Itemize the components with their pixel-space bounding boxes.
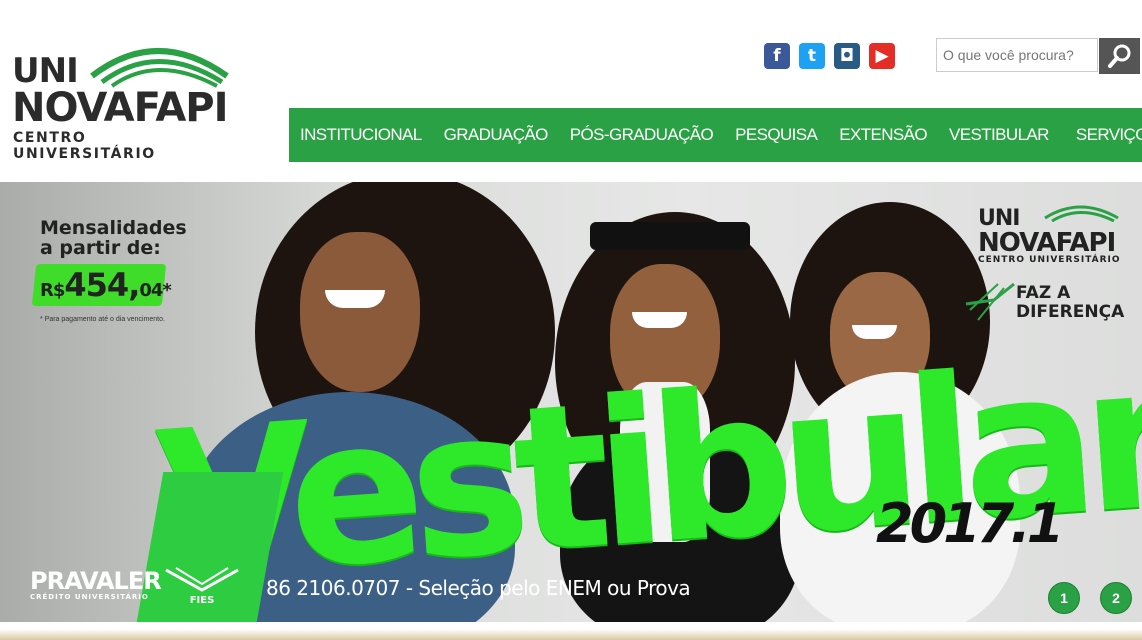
slogan-check-icon xyxy=(965,282,1015,321)
fies-icon xyxy=(165,567,239,592)
nav-item-vestibular[interactable]: VESTIBULAR xyxy=(938,125,1065,145)
search-box xyxy=(936,38,1140,74)
logo-tagline: CENTRO UNIVERSITÁRIO xyxy=(13,130,156,162)
price-cents: 04 xyxy=(139,280,163,301)
main-nav: INSTITUCIONAL GRADUAÇÃO PÓS-GRADUAÇÃO PE… xyxy=(289,108,1142,162)
pravaler-name: PRAVALER xyxy=(30,567,162,595)
promo-line2: a partir de: xyxy=(40,237,161,259)
banner-logo-swoosh-icon xyxy=(1044,205,1119,222)
price-currency: R$ xyxy=(40,280,65,301)
pravaler-subtitle: CRÉDITO UNIVERSITÁRIO xyxy=(30,593,149,601)
price-main: 454, xyxy=(64,266,140,304)
price-note: * Para pagamento até o dia vencimento. xyxy=(40,316,165,323)
fies-logo: FIES xyxy=(164,566,240,606)
search-icon xyxy=(1107,44,1130,68)
pravaler-logo: PRAVALER CRÉDITO UNIVERSITÁRIO xyxy=(30,567,162,601)
banner-logo: UNI NOVAFAPI CENTRO UNIVERSITÁRIO xyxy=(978,200,1128,265)
twitter-icon[interactable]: t xyxy=(799,43,825,69)
logo-line2: NOVAFAPI xyxy=(12,85,228,131)
banner-contact: 86 2106.0707 - Seleção pelo ENEM ou Prov… xyxy=(266,576,691,600)
social-links: f t ◘ ▶ xyxy=(764,43,895,69)
instagram-icon[interactable]: ◘ xyxy=(834,43,860,69)
hero-banner[interactable]: Mensalidades a partir de: R$454,04* * Pa… xyxy=(0,182,1142,622)
price-mark: * xyxy=(162,280,171,301)
nav-item-extensao[interactable]: EXTENSÃO xyxy=(828,125,938,145)
banner-year: 2017.1 xyxy=(876,492,1064,555)
banner-logo-line2: NOVAFAPI xyxy=(978,228,1116,258)
nav-item-pos-graduacao[interactable]: PÓS-GRADUAÇÃO xyxy=(559,125,724,145)
price-value: R$454,04* xyxy=(40,266,172,304)
banner-logo-line3: CENTRO UNIVERSITÁRIO xyxy=(978,255,1121,265)
fies-label: FIES xyxy=(189,595,215,606)
nav-item-pesquisa[interactable]: PESQUISA xyxy=(724,125,828,145)
slogan-line2: DIFERENÇA xyxy=(1016,302,1125,322)
youtube-icon[interactable]: ▶ xyxy=(869,43,895,69)
nav-item-institucional[interactable]: INSTITUCIONAL xyxy=(289,125,433,145)
facebook-icon[interactable]: f xyxy=(764,43,790,69)
slide-dot-2[interactable]: 2 xyxy=(1100,582,1132,614)
nav-item-servicos[interactable]: SERVIÇOS xyxy=(1065,125,1142,145)
slide-dot-1[interactable]: 1 xyxy=(1048,582,1080,614)
promo-line1: Mensalidades xyxy=(40,217,187,239)
search-button[interactable] xyxy=(1099,38,1140,74)
page-footer-edge xyxy=(0,622,1142,640)
logo-line1: UNI xyxy=(12,51,79,91)
search-input[interactable] xyxy=(936,38,1098,72)
site-logo[interactable]: UNI NOVAFAPI CENTRO UNIVERSITÁRIO xyxy=(12,36,234,162)
slogan-line1: FAZ A xyxy=(1016,283,1071,303)
nav-item-graduacao[interactable]: GRADUAÇÃO xyxy=(433,125,559,145)
slogan: FAZ A DIFERENÇA xyxy=(1016,284,1124,322)
promo-text: Mensalidades a partir de: xyxy=(40,218,187,258)
